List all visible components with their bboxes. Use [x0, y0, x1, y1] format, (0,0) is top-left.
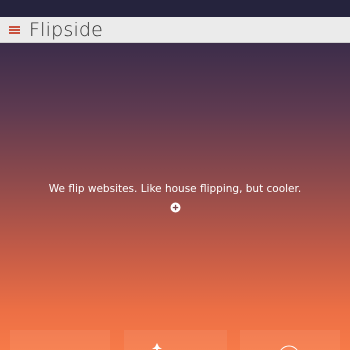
hero-tagline: We flip websites. Like house flipping, b… — [48, 183, 302, 195]
menu-bar — [9, 26, 20, 28]
menu-bar — [9, 32, 20, 34]
bird-icon — [152, 343, 162, 350]
feature-card[interactable] — [240, 330, 340, 350]
site-header: Flipside — [0, 17, 350, 43]
plus-circle-icon[interactable] — [170, 202, 181, 213]
brand-title[interactable]: Flipside — [29, 18, 103, 42]
hamburger-menu-icon[interactable] — [9, 26, 20, 34]
feature-card[interactable] — [10, 330, 110, 350]
menu-bar — [9, 29, 20, 31]
feature-card[interactable] — [124, 330, 227, 350]
page: Flipside We flip websites. Like house fl… — [0, 0, 350, 350]
top-strip — [0, 0, 350, 17]
circle-icon — [280, 345, 298, 350]
